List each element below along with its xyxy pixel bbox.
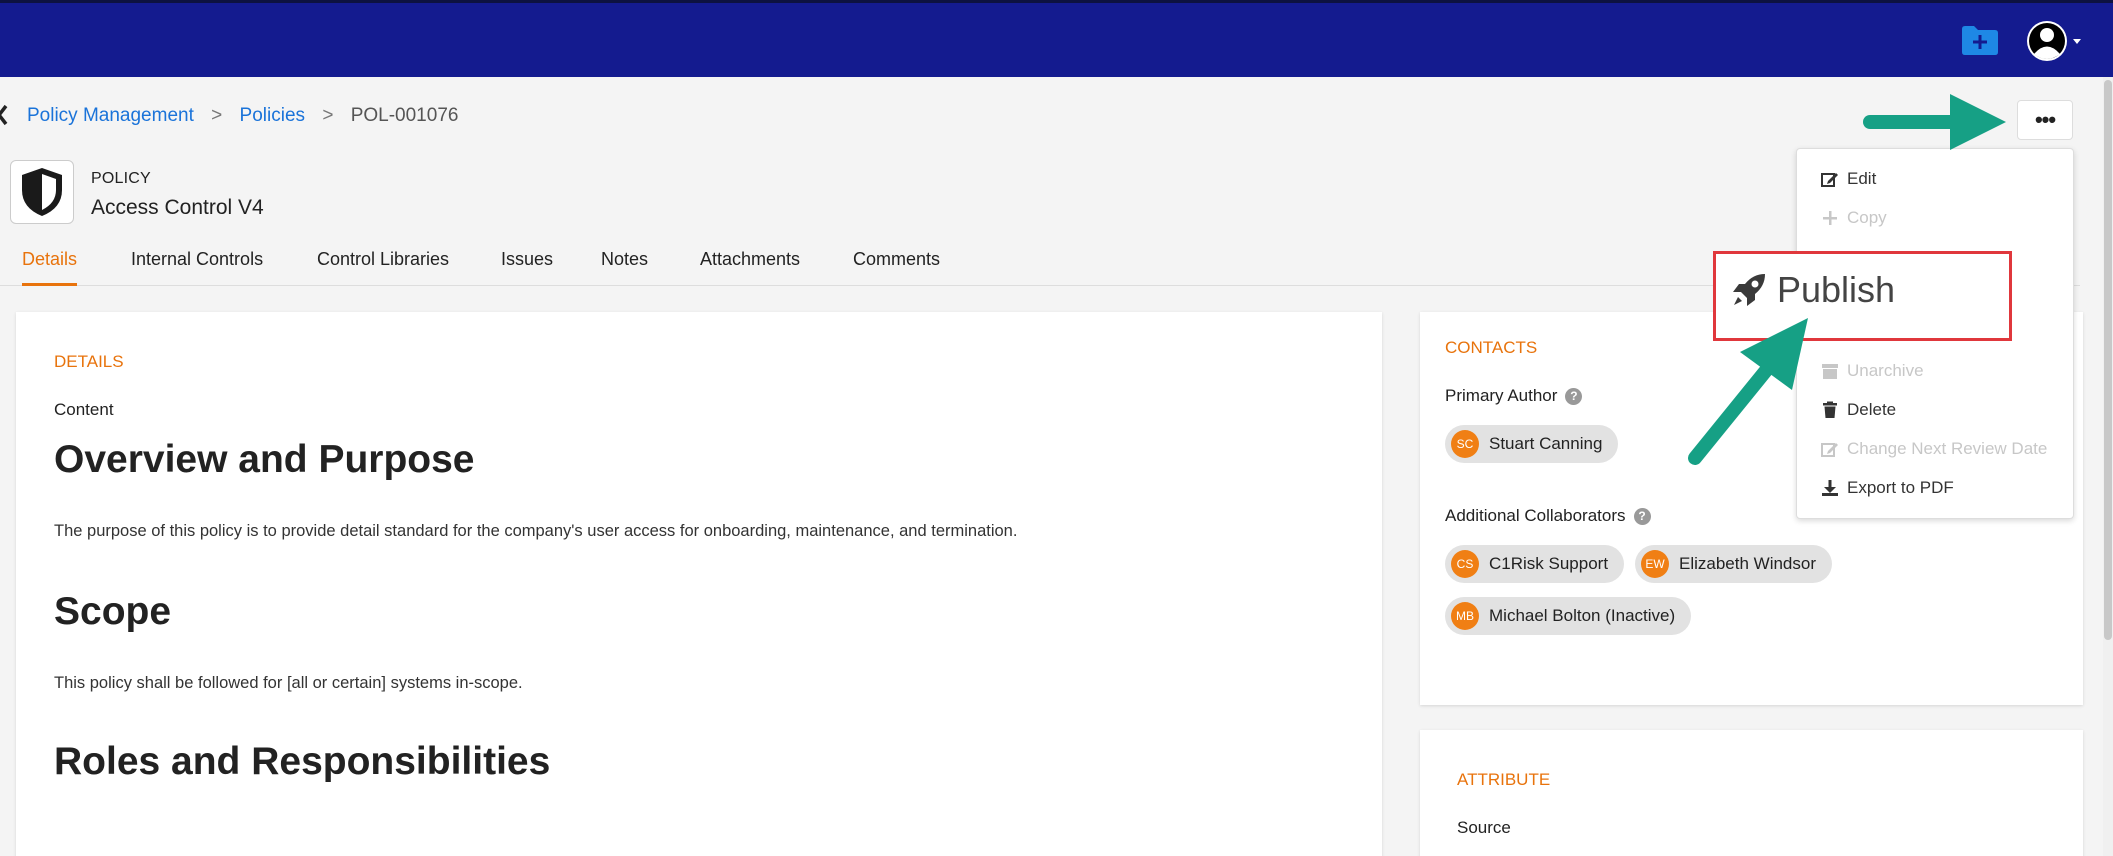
menu-label: Export to PDF: [1847, 478, 1954, 497]
plus-icon: [1823, 211, 1837, 225]
avatar-initials: CS: [1451, 550, 1479, 578]
breadcrumb: Policy Management > Policies > POL-00107…: [27, 103, 458, 129]
primary-author-text: Primary Author: [1445, 386, 1558, 405]
back-chevron-icon[interactable]: [0, 102, 14, 128]
download-icon: [1822, 480, 1838, 496]
more-actions-button[interactable]: •••: [2017, 100, 2073, 140]
new-folder-button[interactable]: [1960, 23, 2000, 57]
menu-label: Edit: [1847, 169, 1877, 188]
tab-details[interactable]: Details: [22, 246, 78, 286]
breadcrumb-policy-management[interactable]: Policy Management: [27, 105, 194, 126]
details-section-label: DETAILS: [54, 352, 124, 371]
menu-item-unarchive[interactable]: Unarchive: [1821, 359, 1924, 383]
contact-name: Elizabeth Windsor: [1679, 554, 1817, 573]
attribute-section-label: ATTRIBUTE: [1457, 770, 1551, 789]
details-card: DETAILS Content Overview and Purpose The…: [16, 312, 1382, 856]
publish-label: Publish: [1777, 269, 1896, 310]
trash-icon: [1823, 401, 1837, 418]
menu-label: Unarchive: [1847, 361, 1924, 380]
tab-notes[interactable]: Notes: [601, 246, 648, 286]
contact-name: C1Risk Support: [1489, 554, 1609, 573]
menu-item-edit[interactable]: Edit: [1821, 167, 1876, 191]
archive-icon: [1822, 364, 1838, 379]
contact-chip[interactable]: MB Michael Bolton (Inactive): [1445, 597, 1692, 635]
collaborators-text: Additional Collaborators: [1445, 506, 1626, 525]
heading-overview: Overview and Purpose: [54, 438, 475, 481]
tab-internal-controls[interactable]: Internal Controls: [131, 246, 263, 286]
shield-icon: [22, 168, 62, 216]
tab-attachments[interactable]: Attachments: [700, 246, 800, 286]
avatar-initials: EW: [1641, 550, 1669, 578]
breadcrumb-separator: >: [211, 105, 223, 126]
contact-chip[interactable]: SC Stuart Canning: [1445, 425, 1619, 463]
tab-issues[interactable]: Issues: [501, 246, 553, 286]
edit-icon: [1821, 443, 1838, 457]
content-label: Content: [54, 400, 114, 419]
help-icon[interactable]: ?: [1565, 387, 1583, 405]
page-scrollbar[interactable]: [2103, 77, 2113, 856]
menu-label: Copy: [1847, 208, 1887, 227]
contact-name: Michael Bolton (Inactive): [1489, 606, 1676, 625]
policy-icon-box: [10, 160, 74, 224]
source-label: Source: [1457, 818, 1511, 837]
rocket-icon: [1733, 274, 1765, 306]
tab-comments[interactable]: Comments: [853, 246, 940, 286]
annotation-arrow-up-icon: [1688, 318, 1808, 465]
policy-title: Access Control V4: [91, 196, 264, 219]
top-nav-bar: [0, 0, 2113, 77]
avatar-initials: SC: [1451, 430, 1479, 458]
collaborators-label: Additional Collaborators ?: [1445, 506, 1651, 526]
heading-scope: Scope: [54, 590, 172, 633]
contact-chip[interactable]: CS C1Risk Support: [1445, 545, 1625, 583]
breadcrumb-current: POL-001076: [350, 105, 459, 126]
menu-label: Delete: [1847, 400, 1897, 419]
folder-plus-icon: [1962, 26, 1998, 55]
paragraph-purpose: The purpose of this policy is to provide…: [54, 522, 1018, 540]
policy-type-label: POLICY: [91, 170, 151, 187]
contacts-section-label: CONTACTS: [1445, 338, 1538, 357]
breadcrumb-policies[interactable]: Policies: [240, 105, 305, 126]
menu-item-delete[interactable]: Delete: [1821, 398, 1896, 422]
menu-label: Change Next Review Date: [1847, 439, 2048, 458]
contact-chip[interactable]: EW Elizabeth Windsor: [1635, 545, 1833, 583]
user-avatar-icon: [2027, 21, 2081, 61]
menu-item-copy[interactable]: Copy: [1821, 206, 1887, 230]
primary-author-label: Primary Author ?: [1445, 386, 1583, 406]
edit-icon: [1821, 173, 1838, 187]
avatar-initials: MB: [1451, 602, 1479, 630]
help-icon[interactable]: ?: [1633, 507, 1651, 525]
attribute-card: ATTRIBUTE Source: [1420, 730, 2083, 856]
annotation-arrow-right-icon: [1863, 94, 2006, 150]
menu-item-export-pdf[interactable]: Export to PDF: [1821, 476, 1954, 500]
paragraph-scope: This policy shall be followed for [all o…: [54, 674, 523, 692]
menu-item-change-review-date[interactable]: Change Next Review Date: [1821, 437, 2047, 461]
contact-name: Stuart Canning: [1489, 434, 1603, 453]
tab-control-libraries[interactable]: Control Libraries: [317, 246, 449, 286]
heading-roles: Roles and Responsibilities: [54, 740, 551, 783]
scrollbar-thumb[interactable]: [2104, 80, 2112, 640]
user-menu-button[interactable]: [2025, 19, 2085, 63]
breadcrumb-separator: >: [322, 105, 334, 126]
